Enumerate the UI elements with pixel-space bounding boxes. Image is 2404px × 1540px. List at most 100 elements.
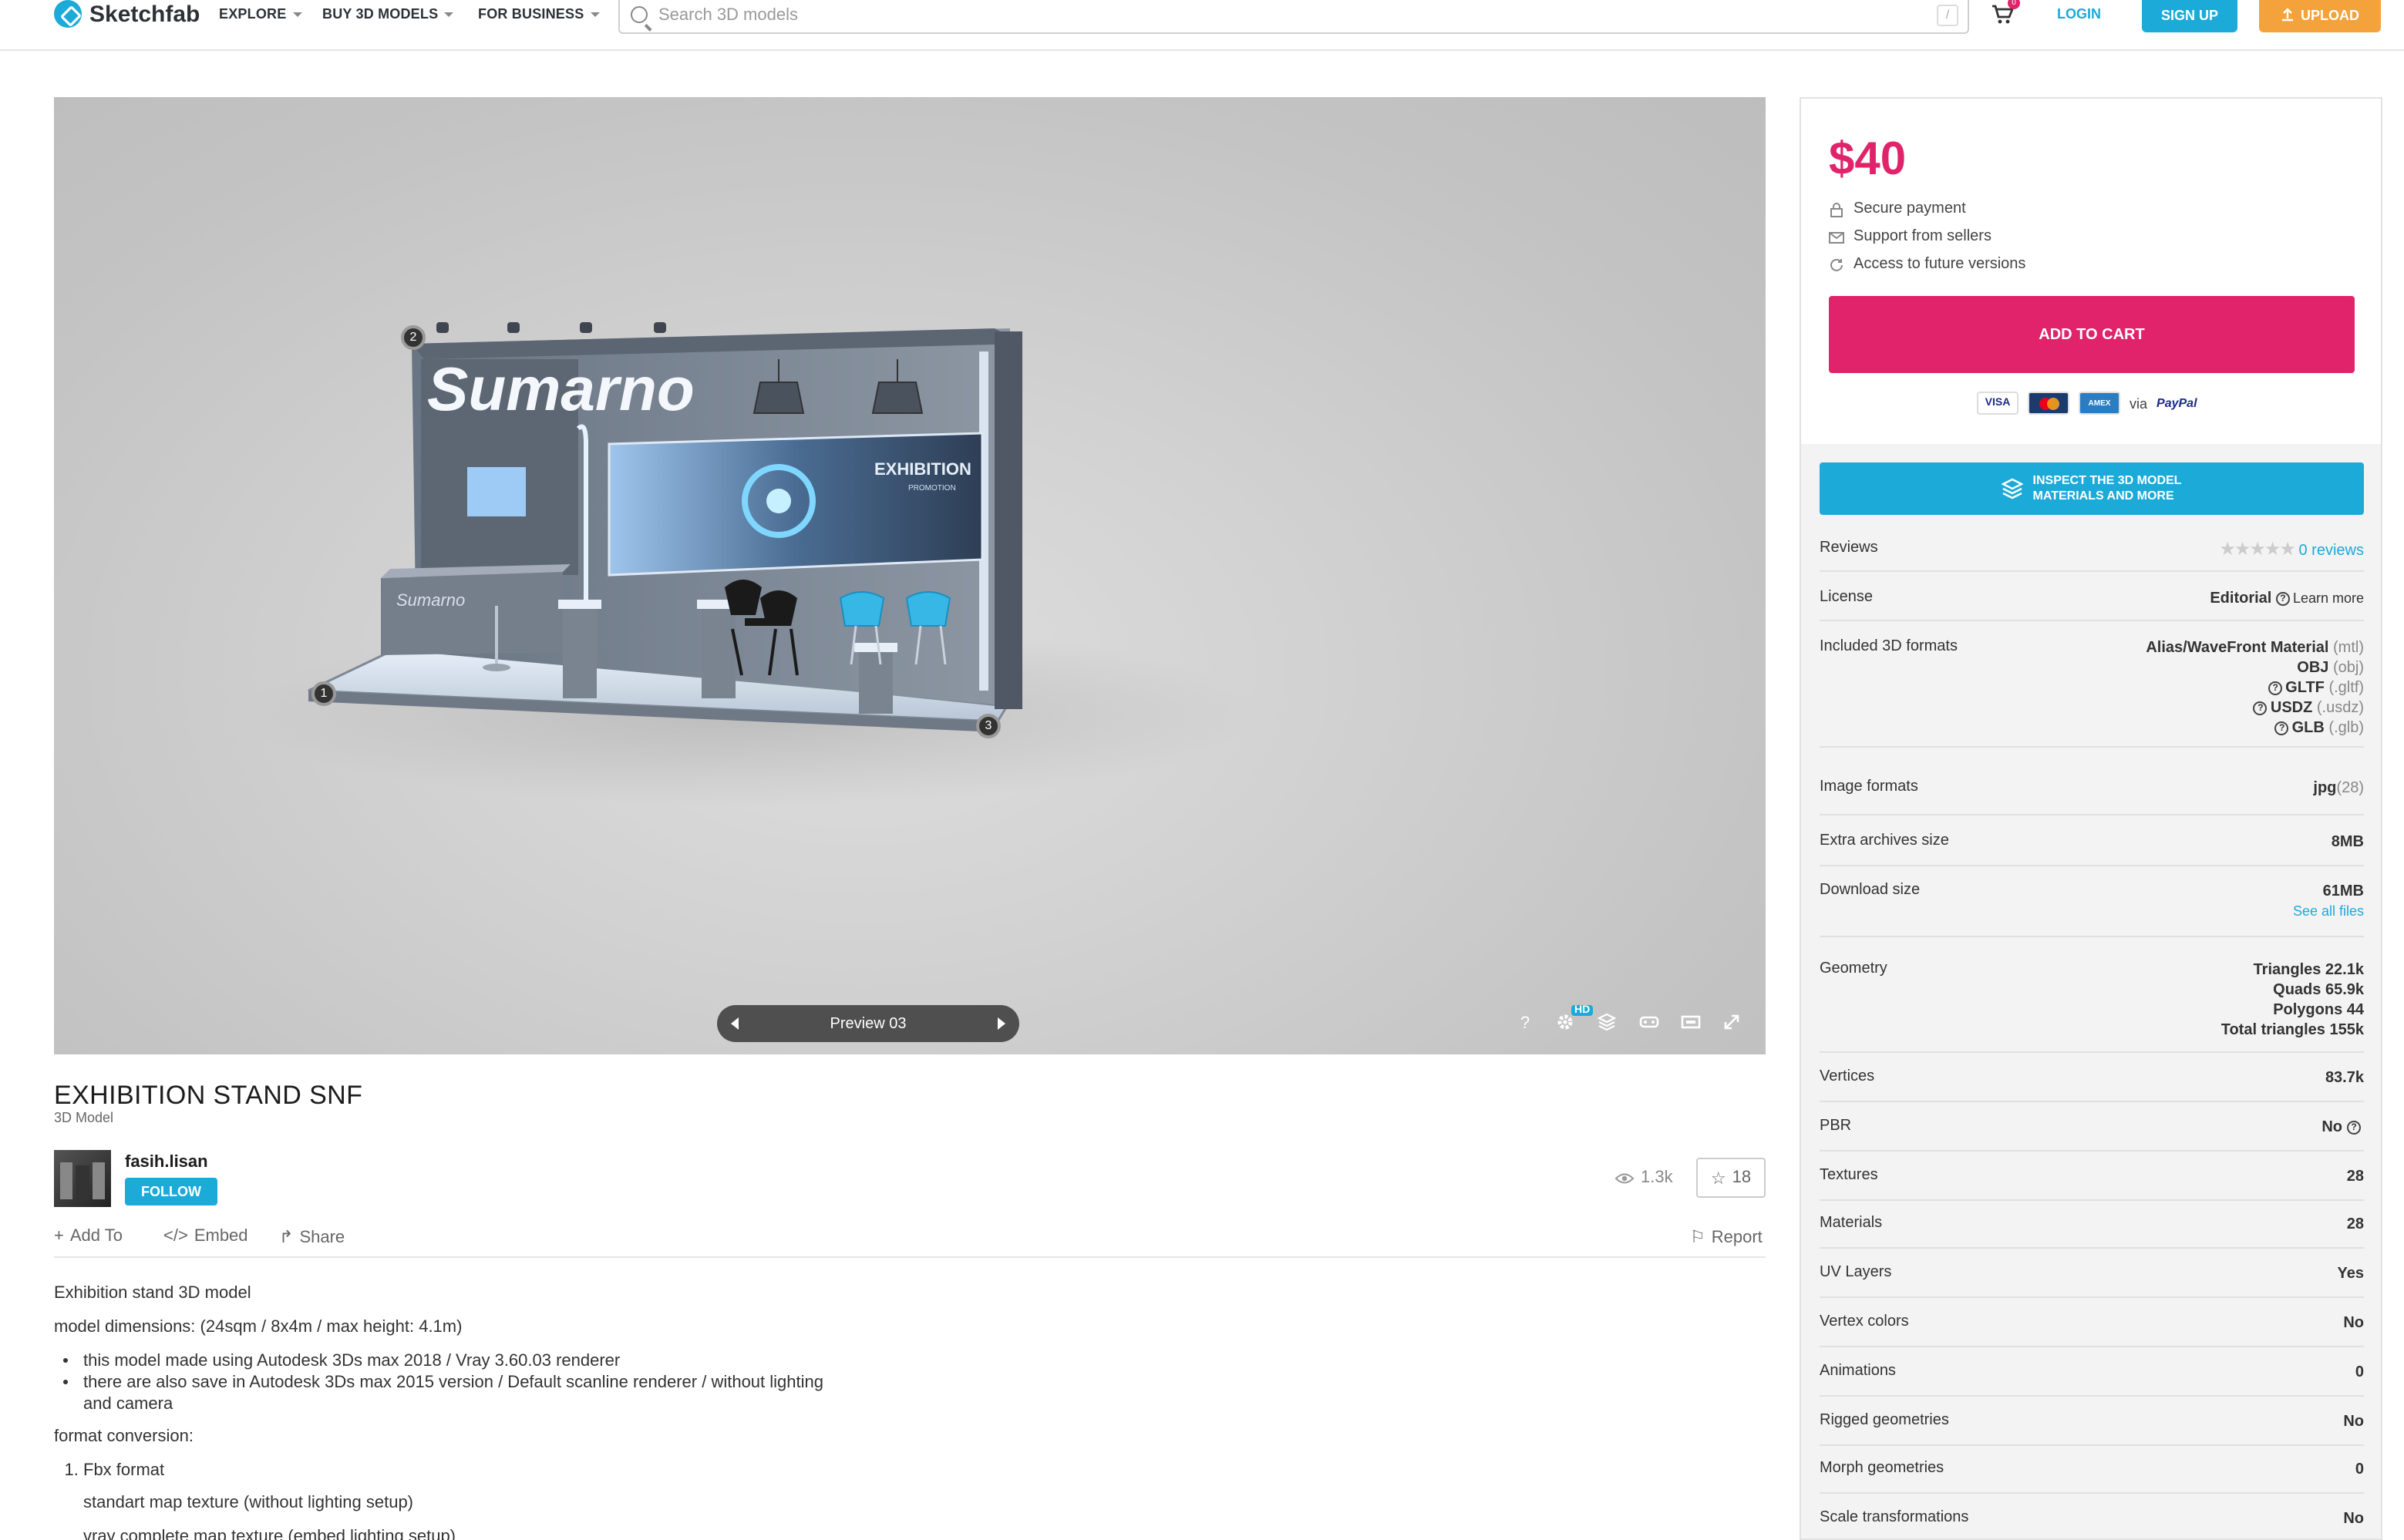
star-icon: ☆ — [1710, 1169, 1726, 1188]
preview-label: Preview 03 — [830, 1015, 907, 1032]
spec-key: UV Layers — [1820, 1264, 1892, 1282]
hotspot-2[interactable]: 2 — [401, 325, 426, 350]
spec-row-uv-layers: UV Layers Yes — [1820, 1264, 2365, 1299]
format-name: GLB — [2291, 720, 2329, 737]
help-circle-icon[interactable]: ? — [2274, 721, 2289, 735]
spec-key: License — [1820, 589, 1873, 606]
layers-button[interactable] — [1598, 1013, 1619, 1034]
report-button[interactable]: ⚐ Report — [1690, 1227, 1763, 1247]
spec-row-download-size: Download size 61MB See all files — [1820, 882, 2364, 937]
lock-icon — [1830, 202, 1843, 217]
hotspot-1-label: 1 — [320, 686, 328, 700]
reviews-link[interactable]: 0 reviews — [2299, 543, 2365, 560]
add-to-label: Add To — [69, 1227, 123, 1246]
nav-buy-3d-models[interactable]: BUY 3D MODELS — [322, 0, 454, 28]
geometry-item: Quads 65.9k — [2273, 982, 2364, 999]
search-input[interactable] — [658, 5, 1937, 24]
sketchfab-logo[interactable]: Sketchfab — [54, 0, 200, 28]
desc-numbered-list: Fbx format — [83, 1460, 856, 1481]
spec-row-extra-archives: Extra archives size 8MB — [1820, 832, 2364, 866]
prev-preview-button[interactable] — [731, 1017, 739, 1030]
nav-explore[interactable]: EXPLORE — [219, 0, 302, 28]
format-name: Alias/WaveFront Material — [2146, 640, 2333, 657]
code-icon: </> — [163, 1227, 188, 1246]
help-circle-icon[interactable]: ? — [2347, 1120, 2361, 1135]
cart-count-badge: 0 — [2008, 0, 2020, 9]
price: $40 — [1829, 134, 1907, 185]
spec-value-text: 83.7k — [2325, 1070, 2364, 1087]
nav-business-label: FOR BUSINESS — [478, 6, 584, 22]
format-name: OBJ — [2297, 660, 2333, 677]
cart-button[interactable]: 0 — [1991, 0, 2020, 26]
spec-key: Extra archives size — [1820, 832, 1949, 849]
feature-secure-payment: Secure payment — [1829, 200, 1966, 217]
spec-value: 61MB — [2322, 883, 2364, 900]
search-icon — [631, 6, 648, 23]
signup-button[interactable]: SIGN UP — [2142, 0, 2237, 32]
author-name[interactable]: fasih.lisan — [125, 1153, 208, 1172]
add-to-button[interactable]: + Add To — [54, 1227, 123, 1246]
geometry-item: Polygons 44 — [2273, 1002, 2364, 1019]
follow-button[interactable]: FOLLOW — [125, 1178, 217, 1205]
embed-label: Embed — [194, 1227, 248, 1246]
next-preview-button[interactable] — [998, 1017, 1005, 1030]
desc-line: Exhibition stand 3D model — [54, 1284, 251, 1303]
search-shortcut-key: / — [1937, 4, 1958, 25]
vr-headset-icon — [1639, 1016, 1659, 1028]
help-button[interactable]: ? — [1514, 1013, 1536, 1034]
model-viewer[interactable]: EXHIBITION PROMOTION Sumarno Sumarno 1 2… — [54, 97, 1766, 1054]
spec-row-geometry: Geometry Triangles 22.1k Quads 65.9k Polyg… — [1820, 960, 2364, 1053]
add-to-cart-button[interactable]: ADD TO CART — [1829, 296, 2355, 373]
help-circle-icon[interactable]: ? — [2275, 591, 2290, 606]
help-circle-icon[interactable]: ? — [2253, 701, 2268, 715]
spec-value-text: 28 — [2346, 1216, 2364, 1234]
spec-row-formats: Included 3D formats Alias/WaveFront Mate… — [1820, 638, 2364, 748]
geometry-list: Triangles 22.1k Quads 65.9k Polygons 44 Tot… — [2221, 960, 2364, 1041]
spec-key: Download size — [1820, 882, 1921, 899]
theater-mode-button[interactable] — [1681, 1013, 1702, 1034]
hotspot-1[interactable]: 1 — [311, 681, 336, 706]
search-bar: / — [618, 0, 1969, 34]
nav-for-business[interactable]: FOR BUSINESS — [478, 0, 600, 28]
spec-value: 28 — [2347, 1166, 2364, 1186]
login-button[interactable]: LOGIN — [2057, 6, 2101, 22]
expand-icon — [1724, 1014, 1739, 1030]
format-ext: (.glb) — [2328, 720, 2364, 737]
like-button[interactable]: ☆ 18 — [1696, 1158, 1766, 1198]
widescreen-icon — [1681, 1015, 1701, 1029]
vr-button[interactable] — [1639, 1013, 1661, 1034]
spec-value-text: No — [2343, 1413, 2364, 1431]
spec-row-reviews: Reviews ★★★★★ 0 reviews — [1820, 539, 2365, 572]
spec-row-license: License Editorial ? Learn more — [1820, 589, 2364, 621]
spec-key: Morph geometries — [1820, 1460, 1944, 1478]
license-learn-more-link[interactable]: Learn more — [2293, 590, 2364, 606]
format-ext: (mtl) — [2333, 640, 2364, 657]
share-button[interactable]: ↱ Share — [279, 1227, 345, 1247]
feature-label: Support from sellers — [1854, 228, 1992, 245]
settings-button[interactable] — [1556, 1013, 1577, 1034]
desc-line: model dimensions: (24sqm / 8x4m / max he… — [54, 1318, 463, 1337]
spec-value: Yes — [2338, 1264, 2365, 1284]
help-circle-icon[interactable]: ? — [2268, 681, 2283, 695]
amex-icon: AMEX — [2079, 392, 2120, 415]
geometry-item: Triangles 22.1k — [2253, 962, 2364, 979]
spec-key: Geometry — [1820, 960, 1887, 977]
via-label: via — [2130, 395, 2148, 411]
embed-button[interactable]: </> Embed — [163, 1227, 248, 1246]
spec-key: Reviews — [1820, 540, 1878, 556]
upload-button[interactable]: UPLOAD — [2259, 0, 2381, 32]
list-item: there are also save in Autodesk 3Ds max … — [83, 1372, 856, 1415]
author-avatar[interactable] — [54, 1150, 111, 1207]
model-type: 3D Model — [54, 1110, 114, 1125]
see-all-files-link[interactable]: See all files — [2293, 903, 2364, 919]
chevron-down-icon — [590, 12, 600, 16]
list-item: this model made using Autodesk 3Ds max 2… — [83, 1350, 856, 1372]
hotspot-3[interactable]: 3 — [976, 714, 1001, 738]
desc-line: vray complete map texture (embed lightin… — [83, 1528, 456, 1540]
layers-icon — [2002, 478, 2024, 499]
inspect-line-2: MATERIALS AND MORE — [2032, 489, 2174, 503]
geometry-item: Total triangles 155k — [2221, 1022, 2364, 1039]
inspect-model-button[interactable]: INSPECT THE 3D MODEL MATERIALS AND MORE — [1820, 462, 2364, 515]
fullscreen-button[interactable] — [1722, 1013, 1744, 1034]
upload-label: UPLOAD — [2301, 7, 2359, 22]
